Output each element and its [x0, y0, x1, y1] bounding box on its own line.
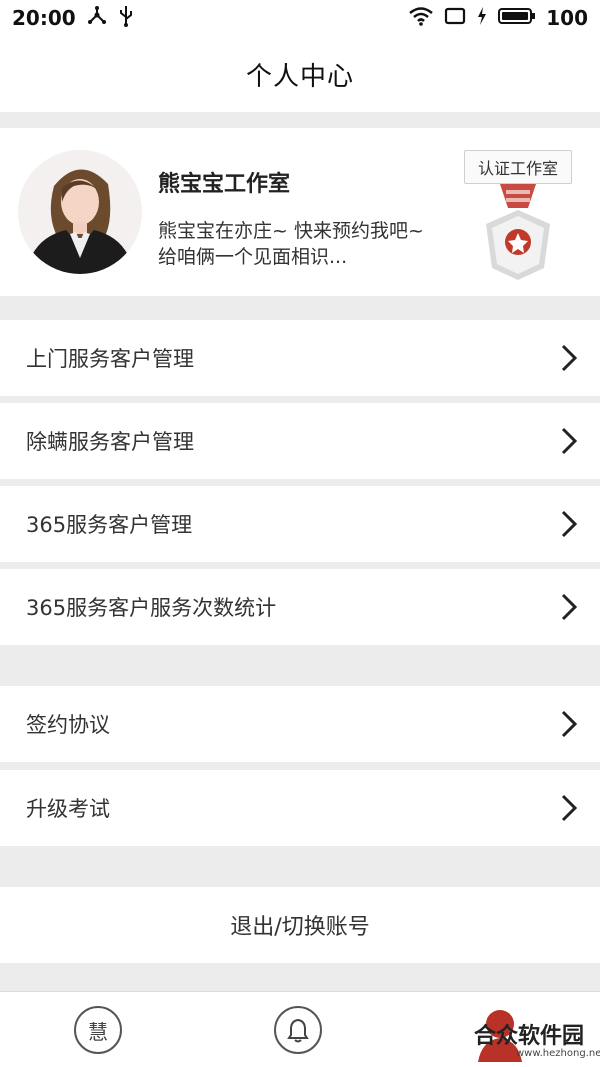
menu-item-label: 升级考试 [26, 797, 110, 821]
certified-badge: 认证工作室 [460, 148, 576, 280]
charging-icon [476, 6, 488, 31]
status-bar: 20:00 100 [0, 0, 600, 36]
chevron-right-icon [561, 593, 578, 621]
menu-item-365-stats[interactable]: 365服务客户服务次数统计 [0, 569, 600, 645]
chevron-right-icon [561, 344, 578, 372]
page-title: 个人中心 [245, 61, 354, 92]
usb-icon [118, 5, 134, 32]
menu-item-mite-service[interactable]: 除螨服务客户管理 [0, 403, 600, 479]
logout-label: 退出/切换账号 [230, 915, 370, 940]
medal-icon [480, 184, 556, 284]
profile-card[interactable]: 熊宝宝工作室 熊宝宝在亦庄~ 快来预约我吧~给咱俩一个见面相识... 认证工作室 [0, 128, 600, 296]
menu-item-label: 365服务客户管理 [26, 513, 193, 537]
watermark-url: www.hezhong.net [516, 1048, 600, 1059]
screen-rotate-icon [444, 6, 466, 31]
certified-badge-label: 认证工作室 [464, 150, 572, 184]
chevron-right-icon [561, 510, 578, 538]
menu-item-label: 365服务客户服务次数统计 [26, 596, 277, 620]
status-time: 20:00 [12, 6, 76, 30]
menu-item-upgrade-exam[interactable]: 升级考试 [0, 770, 600, 846]
battery-icon [498, 6, 536, 31]
chevron-right-icon [561, 710, 578, 738]
logout-button[interactable]: 退出/切换账号 [0, 887, 600, 963]
nav-bar: 个人中心 [0, 36, 600, 112]
chevron-right-icon [561, 427, 578, 455]
tab-hui[interactable]: 慧 [74, 1006, 126, 1058]
battery-level: 100 [546, 6, 588, 30]
menu-item-label: 除螨服务客户管理 [26, 430, 194, 454]
tab-hui-label: 慧 [88, 1019, 108, 1044]
menu-item-home-service[interactable]: 上门服务客户管理 [0, 320, 600, 396]
tab-notifications[interactable] [274, 1006, 326, 1058]
usb-debug-icon [86, 5, 108, 31]
hui-icon: 慧 [74, 1006, 122, 1054]
menu-item-label: 上门服务客户管理 [26, 347, 194, 371]
chevron-right-icon [561, 794, 578, 822]
avatar[interactable] [18, 150, 142, 274]
profile-name: 熊宝宝工作室 [158, 172, 291, 197]
menu-item-agreement[interactable]: 签约协议 [0, 686, 600, 762]
watermark: 合众软件园 [474, 1024, 585, 1049]
profile-description: 熊宝宝在亦庄~ 快来预约我吧~给咱俩一个见面相识... [158, 220, 424, 268]
menu-item-365-service[interactable]: 365服务客户管理 [0, 486, 600, 562]
wifi-icon [408, 6, 434, 31]
bell-icon [274, 1006, 322, 1054]
menu-item-label: 签约协议 [26, 713, 110, 737]
